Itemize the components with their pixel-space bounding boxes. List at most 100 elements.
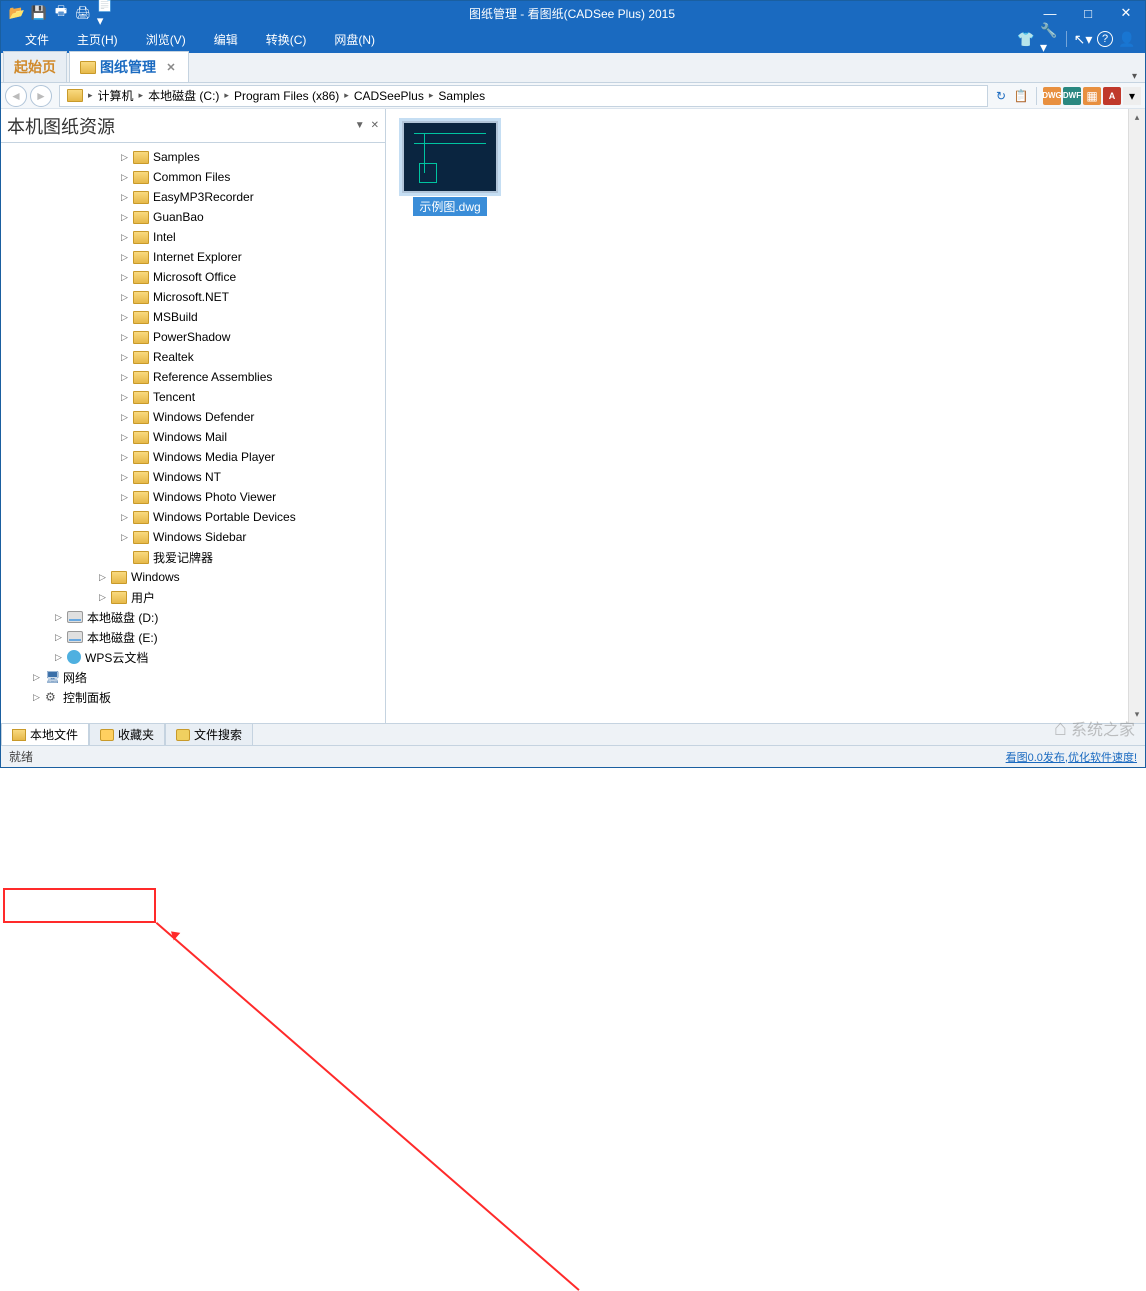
tree-item-windows[interactable]: ▷Windows bbox=[1, 567, 385, 587]
user-icon[interactable]: 👤 bbox=[1117, 29, 1137, 49]
expander-icon[interactable]: ▷ bbox=[119, 252, 130, 263]
open-icon[interactable]: 📂 bbox=[9, 5, 25, 21]
menu-file[interactable]: 文件 bbox=[11, 27, 63, 52]
nav-forward-button[interactable]: ► bbox=[30, 85, 52, 107]
breadcrumb-computer[interactable]: 计算机 bbox=[95, 87, 137, 104]
expander-icon[interactable] bbox=[119, 552, 130, 563]
expander-icon[interactable]: ▷ bbox=[119, 192, 130, 203]
sidebar-close-icon[interactable]: ✕ bbox=[371, 120, 379, 131]
tree-item-intel[interactable]: ▷Intel bbox=[1, 227, 385, 247]
breadcrumb-root-icon[interactable] bbox=[64, 89, 86, 102]
save-icon[interactable]: 💾 bbox=[31, 5, 47, 21]
tree-item-windows-media-player[interactable]: ▷Windows Media Player bbox=[1, 447, 385, 467]
sidebar-menu-icon[interactable]: ▼ bbox=[355, 120, 365, 131]
tree-item-windows-portable-devices[interactable]: ▷Windows Portable Devices bbox=[1, 507, 385, 527]
tree-item-windows-photo-viewer[interactable]: ▷Windows Photo Viewer bbox=[1, 487, 385, 507]
expander-icon[interactable]: ▷ bbox=[53, 632, 64, 643]
expander-icon[interactable]: ▷ bbox=[119, 232, 130, 243]
skin-icon[interactable]: 👕 bbox=[1016, 29, 1036, 49]
expander-icon[interactable]: ▷ bbox=[119, 532, 130, 543]
tree-item-drive-e[interactable]: ▷本地磁盘 (E:) bbox=[1, 627, 385, 647]
expander-icon[interactable]: ▷ bbox=[119, 152, 130, 163]
filter-image-icon[interactable]: ▦ bbox=[1083, 87, 1101, 105]
filter-dwf-icon[interactable]: DWF bbox=[1063, 87, 1081, 105]
tree-item-samples[interactable]: ▷Samples bbox=[1, 147, 385, 167]
tree-item--[interactable]: 我爱记牌器 bbox=[1, 547, 385, 567]
scroll-up-icon[interactable]: ▴ bbox=[1129, 109, 1145, 126]
menu-edit[interactable]: 编辑 bbox=[200, 27, 252, 52]
wrench-icon[interactable]: 🔧▾ bbox=[1040, 29, 1060, 49]
expander-icon[interactable]: ▷ bbox=[119, 332, 130, 343]
breadcrumb[interactable]: ▸ 计算机 ▸ 本地磁盘 (C:) ▸ Program Files (x86) … bbox=[59, 85, 988, 107]
expander-icon[interactable]: ▷ bbox=[119, 292, 130, 303]
cursor-icon[interactable]: ↖▾ bbox=[1073, 29, 1093, 49]
tree-item-windows-mail[interactable]: ▷Windows Mail bbox=[1, 427, 385, 447]
expander-icon[interactable]: ▷ bbox=[97, 592, 108, 603]
filter-dwg-icon[interactable]: DWG bbox=[1043, 87, 1061, 105]
tree-item-windows-nt[interactable]: ▷Windows NT bbox=[1, 467, 385, 487]
expander-icon[interactable]: ▷ bbox=[53, 652, 64, 663]
tree-item-msbuild[interactable]: ▷MSBuild bbox=[1, 307, 385, 327]
folder-tree[interactable]: ▷Samples▷Common Files▷EasyMP3Recorder▷Gu… bbox=[1, 143, 385, 723]
expander-icon[interactable]: ▷ bbox=[119, 212, 130, 223]
maximize-button[interactable]: □ bbox=[1069, 1, 1107, 25]
expander-icon[interactable]: ▷ bbox=[119, 512, 130, 523]
file-pane[interactable]: 示例图.dwg ▴ ▾ bbox=[386, 109, 1145, 723]
tab-start[interactable]: 起始页 bbox=[3, 51, 67, 82]
tree-item-network[interactable]: ▷网络 bbox=[1, 667, 385, 687]
expander-icon[interactable]: ▷ bbox=[97, 572, 108, 583]
print-icon[interactable]: 🖶 bbox=[53, 5, 69, 21]
nav-back-button[interactable]: ◄ bbox=[5, 85, 27, 107]
tree-item-powershadow[interactable]: ▷PowerShadow bbox=[1, 327, 385, 347]
expander-icon[interactable]: ▷ bbox=[31, 672, 42, 683]
bottom-tab-local[interactable]: 本地文件 bbox=[1, 724, 89, 745]
expander-icon[interactable]: ▷ bbox=[119, 392, 130, 403]
status-link[interactable]: 看图0.0发布,优化软件速度! bbox=[1006, 749, 1137, 765]
expander-icon[interactable]: ▷ bbox=[119, 312, 130, 323]
print-preview-icon[interactable]: 🖨 bbox=[75, 5, 91, 21]
expander-icon[interactable]: ▷ bbox=[119, 272, 130, 283]
refresh-icon[interactable]: ↻ bbox=[992, 87, 1010, 105]
breadcrumb-app[interactable]: CADSeePlus bbox=[351, 89, 427, 103]
tab-drawings[interactable]: 图纸管理 ✕ bbox=[69, 51, 189, 82]
tree-item-internet-explorer[interactable]: ▷Internet Explorer bbox=[1, 247, 385, 267]
tree-item-drive-d[interactable]: ▷本地磁盘 (D:) bbox=[1, 607, 385, 627]
tree-item-common-files[interactable]: ▷Common Files bbox=[1, 167, 385, 187]
close-button[interactable]: ✕ bbox=[1107, 1, 1145, 25]
breadcrumb-drive[interactable]: 本地磁盘 (C:) bbox=[145, 87, 222, 104]
help-icon[interactable]: ? bbox=[1097, 31, 1113, 47]
tree-item-easymp3recorder[interactable]: ▷EasyMP3Recorder bbox=[1, 187, 385, 207]
bottom-tab-favorites[interactable]: 收藏夹 bbox=[89, 724, 165, 745]
breadcrumb-samples[interactable]: Samples bbox=[435, 89, 488, 103]
tree-item-windows-defender[interactable]: ▷Windows Defender bbox=[1, 407, 385, 427]
expander-icon[interactable]: ▷ bbox=[119, 472, 130, 483]
file-item[interactable]: 示例图.dwg bbox=[398, 121, 502, 216]
scroll-down-icon[interactable]: ▾ bbox=[1129, 706, 1145, 723]
expander-icon[interactable]: ▷ bbox=[119, 412, 130, 423]
tree-item-microsoft-office[interactable]: ▷Microsoft Office bbox=[1, 267, 385, 287]
expander-icon[interactable]: ▷ bbox=[53, 612, 64, 623]
tree-item-windows-sidebar[interactable]: ▷Windows Sidebar bbox=[1, 527, 385, 547]
tree-item-guanbao[interactable]: ▷GuanBao bbox=[1, 207, 385, 227]
breadcrumb-program-files[interactable]: Program Files (x86) bbox=[231, 89, 342, 103]
close-tab-icon[interactable]: ✕ bbox=[164, 60, 178, 74]
filter-dropdown-icon[interactable]: ▾ bbox=[1123, 87, 1141, 105]
tree-item-control-panel[interactable]: ▷控制面板 bbox=[1, 687, 385, 707]
tree-item-users[interactable]: ▷用户 bbox=[1, 587, 385, 607]
tree-item-wps[interactable]: ▷WPS云文档 bbox=[1, 647, 385, 667]
menu-cloud[interactable]: 网盘(N) bbox=[320, 27, 389, 52]
expander-icon[interactable]: ▷ bbox=[119, 372, 130, 383]
filter-pdf-icon[interactable]: A bbox=[1103, 87, 1121, 105]
tree-item-microsoft-net[interactable]: ▷Microsoft.NET bbox=[1, 287, 385, 307]
menu-browse[interactable]: 浏览(V) bbox=[132, 27, 200, 52]
export-icon[interactable]: 📄▾ bbox=[97, 5, 113, 21]
expander-icon[interactable]: ▷ bbox=[119, 492, 130, 503]
tree-item-realtek[interactable]: ▷Realtek bbox=[1, 347, 385, 367]
menu-convert[interactable]: 转换(C) bbox=[252, 27, 321, 52]
expander-icon[interactable]: ▷ bbox=[119, 352, 130, 363]
tree-item-reference-assemblies[interactable]: ▷Reference Assemblies bbox=[1, 367, 385, 387]
expander-icon[interactable]: ▷ bbox=[119, 172, 130, 183]
menu-home[interactable]: 主页(H) bbox=[63, 27, 132, 52]
bottom-tab-search[interactable]: 文件搜索 bbox=[165, 724, 253, 745]
expander-icon[interactable]: ▷ bbox=[119, 452, 130, 463]
